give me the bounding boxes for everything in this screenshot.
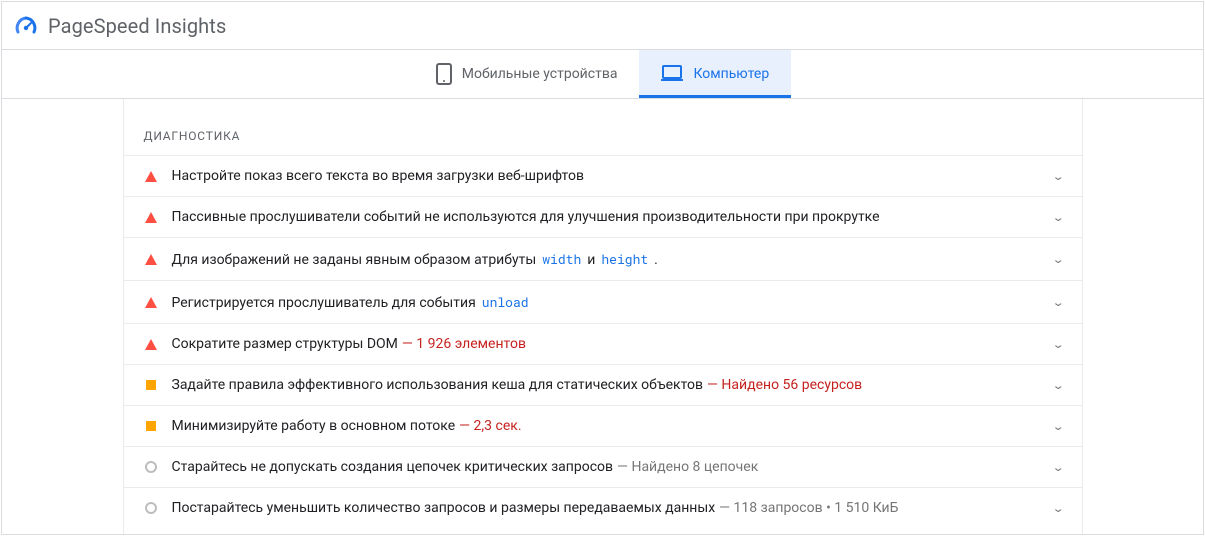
audit-metric: — Найдено 56 ресурсов: [707, 377, 862, 393]
audit-row[interactable]: Настройте показ всего текста во время за…: [124, 155, 1082, 196]
audit-row[interactable]: Старайтесь не допускать создания цепочек…: [124, 446, 1082, 487]
audit-title: Регистрируется прослушиватель для событи…: [172, 295, 476, 311]
app-title: PageSpeed Insights: [48, 14, 226, 38]
audit-title: Постарайтесь уменьшить количество запрос…: [172, 500, 716, 516]
audit-metric: — Найдено 8 цепочек: [617, 459, 758, 475]
desktop-icon: [661, 65, 683, 83]
code-chip: width: [540, 250, 583, 268]
audit-row[interactable]: Минимизируйте работу в основном потоке —…: [124, 405, 1082, 446]
chevron-down-icon: ⌄: [1041, 420, 1065, 433]
audit-text: Старайтесь не допускать создания цепочек…: [172, 459, 1045, 475]
info-icon: [144, 460, 158, 474]
audit-row[interactable]: Для изображений не заданы явным образом …: [124, 237, 1082, 280]
chevron-down-icon: ⌄: [1041, 461, 1065, 474]
audit-row[interactable]: Регистрируется прослушиватель для событи…: [124, 280, 1082, 323]
mobile-icon: [436, 63, 452, 85]
audit-metric: — 2,3 сек.: [459, 418, 521, 434]
tab-mobile-label: Мобильные устройства: [462, 66, 618, 82]
diagnostics-section: ДИАГНОСТИКА Настройте показ всего текста…: [123, 99, 1083, 534]
audit-row[interactable]: Задайте правила эффективного использован…: [124, 364, 1082, 405]
audit-title: Настройте показ всего текста во время за…: [172, 168, 584, 184]
chevron-down-icon: ⌄: [1041, 502, 1065, 515]
chevron-down-icon: ⌄: [1041, 170, 1065, 183]
audit-text: Минимизируйте работу в основном потоке —…: [172, 418, 1045, 434]
audit-text: Пассивные прослушиватели событий не испо…: [172, 209, 1045, 225]
topbar: PageSpeed Insights: [2, 2, 1203, 50]
code-chip: height: [599, 250, 650, 268]
tab-mobile[interactable]: Мобильные устройства: [414, 50, 640, 98]
audit-list: Настройте показ всего текста во время за…: [124, 155, 1082, 528]
audit-title: Минимизируйте работу в основном потоке: [172, 418, 456, 434]
audit-title: Сократите размер структуры DOM: [172, 336, 398, 352]
audit-row[interactable]: Постарайтесь уменьшить количество запрос…: [124, 487, 1082, 528]
code-chip: unload: [480, 293, 531, 311]
audit-metric: — 1 926 элементов: [402, 336, 526, 352]
fail-icon: [144, 169, 158, 183]
warn-icon: [144, 419, 158, 433]
audit-title: Для изображений не заданы явным образом …: [172, 252, 537, 268]
audit-title: Задайте правила эффективного использован…: [172, 377, 704, 393]
fail-icon: [144, 210, 158, 224]
fail-icon: [144, 295, 158, 309]
audit-text: Регистрируется прослушиватель для событи…: [172, 293, 1045, 311]
chevron-down-icon: ⌄: [1041, 379, 1065, 392]
audit-text: Сократите размер структуры DOM — 1 926 э…: [172, 336, 1045, 352]
audit-text: Постарайтесь уменьшить количество запрос…: [172, 500, 1045, 516]
device-tabs: Мобильные устройства Компьютер: [2, 50, 1203, 99]
audit-row[interactable]: Пассивные прослушиватели событий не испо…: [124, 196, 1082, 237]
audit-title: Старайтесь не допускать создания цепочек…: [172, 459, 614, 475]
audit-title: .: [654, 252, 658, 268]
info-icon: [144, 501, 158, 515]
audit-text: Задайте правила эффективного использован…: [172, 377, 1045, 393]
warn-icon: [144, 378, 158, 392]
section-title: ДИАГНОСТИКА: [124, 99, 1082, 155]
audit-row[interactable]: Сократите размер структуры DOM — 1 926 э…: [124, 323, 1082, 364]
audit-text: Для изображений не заданы явным образом …: [172, 250, 1045, 268]
fail-icon: [144, 337, 158, 351]
chevron-down-icon: ⌄: [1041, 211, 1065, 224]
audit-metric: — 118 запросов • 1 510 КиБ: [719, 500, 898, 516]
fail-icon: [144, 252, 158, 266]
audit-title: и: [587, 252, 595, 268]
pagespeed-logo-icon: [14, 14, 38, 38]
tab-desktop-label: Компьютер: [693, 66, 769, 82]
chevron-down-icon: ⌄: [1041, 296, 1065, 309]
audit-title: Пассивные прослушиватели событий не испо…: [172, 209, 880, 225]
chevron-down-icon: ⌄: [1041, 338, 1065, 351]
chevron-down-icon: ⌄: [1041, 253, 1065, 266]
tab-desktop[interactable]: Компьютер: [639, 50, 791, 98]
audit-text: Настройте показ всего текста во время за…: [172, 168, 1045, 184]
